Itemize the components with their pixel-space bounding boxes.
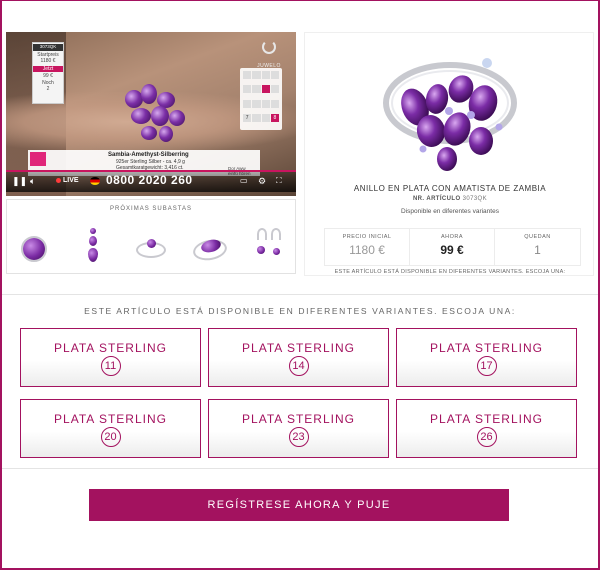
pause-icon[interactable]: ❚❚ bbox=[12, 170, 27, 192]
variants-note: ESTE ARTÍCULO ESTÁ DISPONIBLE EN DIFEREN… bbox=[334, 269, 566, 275]
upcoming-item-hook-earrings[interactable] bbox=[249, 226, 287, 266]
upcoming-title: PRÓXIMAS SUBASTAS bbox=[110, 206, 192, 212]
germany-flag-icon bbox=[90, 177, 100, 185]
volume-icon[interactable]: 🔈︎ bbox=[30, 170, 35, 192]
fullscreen-icon[interactable]: ⛶ bbox=[276, 170, 282, 192]
availability-text: Disponible en diferentes variantes bbox=[401, 208, 499, 215]
juwelo-logo: JUWELO bbox=[252, 40, 286, 69]
remaining-label: Noch bbox=[42, 79, 54, 86]
variant-size: 11 bbox=[100, 356, 121, 376]
current-price-cell: AHORA 99 € bbox=[410, 229, 495, 265]
variant-size: 23 bbox=[288, 427, 309, 447]
variant-size: 17 bbox=[476, 356, 497, 376]
start-price-label: Startpreis bbox=[37, 51, 59, 58]
remaining-label: QUEDAN bbox=[524, 234, 551, 240]
brand-tag-icon bbox=[30, 152, 46, 166]
variant-button-11[interactable]: PLATA STERLING 11 bbox=[20, 328, 201, 387]
current-price-value: 99 € bbox=[440, 243, 464, 257]
divider bbox=[2, 468, 598, 469]
variant-size: 26 bbox=[476, 427, 497, 447]
variant-label: PLATA STERLING bbox=[430, 412, 543, 426]
video-controls: ❚❚ 🔈︎ LIVE 0800 2020 260 ▭ ⚙ ⛶ bbox=[6, 170, 296, 192]
start-price-value: 1180 € bbox=[349, 243, 385, 257]
video-product-name: Sambia-Amethyst-Silberring bbox=[108, 152, 189, 158]
video-ring-image bbox=[111, 80, 201, 160]
register-and-bid-button[interactable]: REGÍSTRESE AHORA Y PUJE bbox=[89, 489, 509, 521]
upcoming-item-oval-ring[interactable] bbox=[191, 226, 229, 266]
cast-icon[interactable]: ▭ bbox=[240, 170, 248, 192]
variant-label: PLATA STERLING bbox=[242, 412, 355, 426]
article-label: NR. ARTÍCULO bbox=[412, 196, 461, 202]
variant-button-23[interactable]: PLATA STERLING 23 bbox=[208, 399, 389, 458]
upcoming-item-band-ring[interactable] bbox=[132, 226, 170, 266]
variant-label: PLATA STERLING bbox=[430, 341, 543, 355]
variants-header: ESTE ARTÍCULO ESTÁ DISPONIBLE EN DIFEREN… bbox=[84, 306, 516, 316]
hotline-number: 0800 2020 260 bbox=[106, 173, 193, 187]
variant-grid: PLATA STERLING 11 PLATA STERLING 14 PLAT… bbox=[20, 328, 578, 458]
current-price-label: AHORA bbox=[440, 234, 464, 240]
remaining-value: 2 bbox=[46, 86, 50, 92]
variant-label: PLATA STERLING bbox=[242, 341, 355, 355]
upcoming-auctions: PRÓXIMAS SUBASTAS bbox=[6, 199, 296, 274]
live-indicator: LIVE bbox=[56, 170, 79, 192]
remaining-value: 1 bbox=[534, 243, 541, 257]
variant-button-17[interactable]: PLATA STERLING 17 bbox=[396, 328, 577, 387]
start-price-label: PRECIO INICIAL bbox=[342, 234, 392, 240]
product-title: ANILLO EN PLATA CON AMATISTA DE ZAMBIA bbox=[353, 184, 547, 193]
article-number: NR. ARTÍCULO 3073QK bbox=[305, 196, 595, 202]
variant-label: PLATA STERLING bbox=[54, 412, 167, 426]
gear-icon[interactable]: ⚙ bbox=[258, 170, 266, 192]
variant-button-20[interactable]: PLATA STERLING 20 bbox=[20, 399, 201, 458]
variant-label: PLATA STERLING bbox=[54, 341, 167, 355]
now-price-value: 99 € bbox=[43, 73, 53, 79]
variant-size: 20 bbox=[100, 427, 121, 447]
remaining-cell: QUEDAN 1 bbox=[495, 229, 580, 265]
variant-size: 14 bbox=[288, 356, 309, 376]
variant-button-14[interactable]: PLATA STERLING 14 bbox=[208, 328, 389, 387]
product-panel: ANILLO EN PLATA CON AMATISTA DE ZAMBIA N… bbox=[304, 32, 594, 276]
lot-info-card: 3073QK Startpreis 1180 € Jetzt 99 € Noch… bbox=[32, 42, 64, 104]
article-code: 3073QK bbox=[462, 196, 488, 202]
product-ring-image bbox=[383, 58, 517, 171]
lot-code: 3073QK bbox=[33, 44, 63, 51]
auction-calendar-overlay: 78 bbox=[240, 68, 282, 130]
upcoming-item-round-ring[interactable] bbox=[15, 226, 53, 266]
start-price-value: 1180 € bbox=[40, 58, 56, 64]
divider bbox=[2, 294, 598, 295]
ring-logo-icon bbox=[262, 40, 276, 54]
seek-bar[interactable] bbox=[6, 170, 296, 172]
price-table: PRECIO INICIAL 1180 € AHORA 99 € QUEDAN … bbox=[324, 228, 581, 266]
variant-button-26[interactable]: PLATA STERLING 26 bbox=[396, 399, 577, 458]
now-price-label: Jetzt bbox=[33, 65, 63, 72]
upcoming-item-drop-earrings[interactable] bbox=[74, 226, 112, 266]
start-price-cell: PRECIO INICIAL 1180 € bbox=[325, 229, 410, 265]
